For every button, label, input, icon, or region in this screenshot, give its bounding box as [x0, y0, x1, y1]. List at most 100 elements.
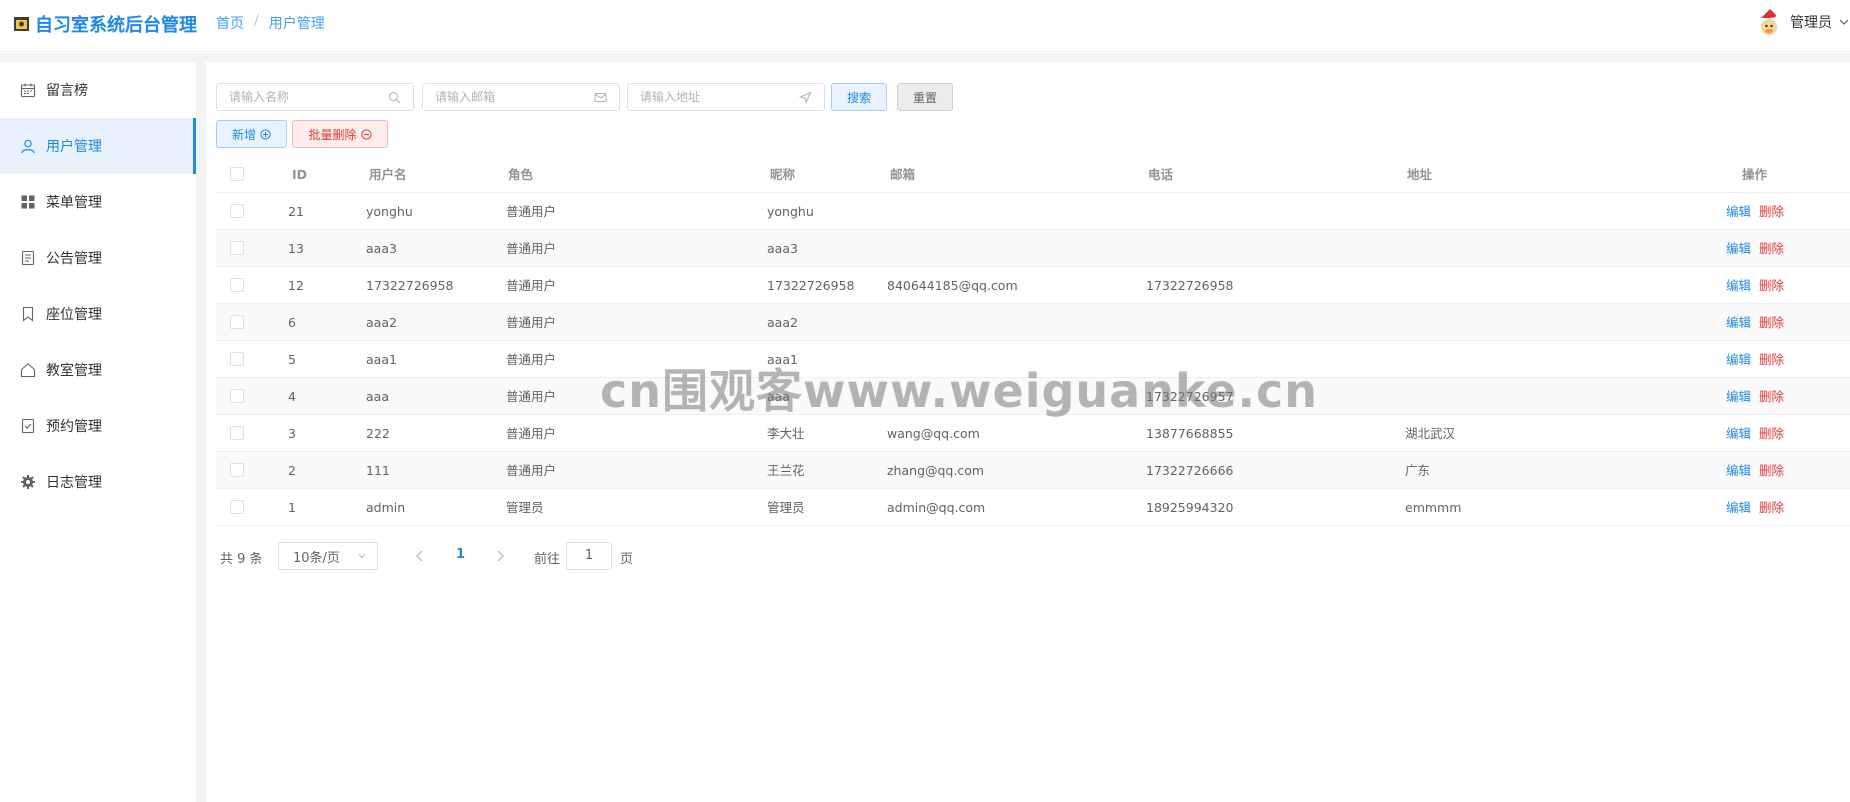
sidebar-item-seats[interactable]: 座位管理: [0, 286, 196, 342]
gear-icon: [21, 475, 35, 489]
cell-ops: 编辑 删除: [1726, 267, 1784, 304]
cell-id: 1: [288, 500, 296, 515]
breadcrumb: 首页 / 用户管理: [216, 13, 325, 33]
batch-delete-button[interactable]: 批量删除: [292, 120, 388, 148]
cell-role: 管理员: [506, 500, 544, 515]
user-menu[interactable]: 管理员: [1756, 7, 1850, 37]
delete-link[interactable]: 删除: [1759, 426, 1784, 441]
breadcrumb-home[interactable]: 首页: [216, 13, 244, 33]
search-button-label: 搜索: [846, 90, 871, 105]
sidebar-item-logs[interactable]: 日志管理: [0, 454, 196, 510]
sidebar: 留言榜 用户管理 菜单管理 公告管理 座位管理 教室管理 预约管理 日志管理: [0, 62, 196, 802]
document-icon: [21, 250, 35, 266]
table-row: 2 111 普通用户 王兰花 zhang@qq.com 17322726666 …: [216, 452, 1850, 489]
position-icon: [799, 90, 812, 104]
checklist-icon: [21, 418, 35, 434]
avatar: [1759, 9, 1781, 35]
search-address-input[interactable]: [640, 90, 799, 104]
search-address-field[interactable]: [627, 83, 825, 111]
edit-link[interactable]: 编辑: [1726, 426, 1751, 441]
cell-email: zhang@qq.com: [887, 463, 985, 478]
chevron-down-icon: [1839, 19, 1849, 25]
bookmark-icon: [22, 306, 34, 322]
delete-link[interactable]: 删除: [1759, 315, 1784, 330]
sidebar-item-label: 留言榜: [46, 83, 88, 99]
table-row: 21 yonghu 普通用户 yonghu 编辑 删除: [216, 193, 1850, 230]
row-checkbox[interactable]: [230, 500, 244, 514]
row-checkbox[interactable]: [230, 278, 244, 292]
delete-link[interactable]: 删除: [1759, 278, 1784, 293]
grid-icon: [21, 195, 35, 209]
sidebar-item-messages[interactable]: 留言榜: [0, 62, 196, 118]
delete-link[interactable]: 删除: [1759, 352, 1784, 367]
edit-link[interactable]: 编辑: [1726, 278, 1751, 293]
edit-link[interactable]: 编辑: [1726, 315, 1751, 330]
main-panel: 搜索 重置 新增 批量删除 ID 用户名 角色 昵称 邮箱 电话 地址 操作 2…: [206, 62, 1850, 802]
reset-button[interactable]: 重置: [897, 83, 953, 111]
cell-id: 4: [288, 389, 296, 404]
goto-suffix: 页: [620, 552, 634, 567]
sidebar-item-users[interactable]: 用户管理: [0, 118, 196, 174]
app-title: 自习室系统后台管理: [35, 15, 197, 36]
header-username: 用户名: [369, 167, 407, 182]
search-email-input[interactable]: [435, 90, 594, 104]
row-checkbox[interactable]: [230, 204, 244, 218]
sidebar-item-classrooms[interactable]: 教室管理: [0, 342, 196, 398]
user-name: 管理员: [1790, 15, 1832, 31]
sidebar-item-label: 用户管理: [46, 139, 102, 155]
search-name-input[interactable]: [229, 90, 388, 104]
edit-link[interactable]: 编辑: [1726, 352, 1751, 367]
cell-username: 222: [366, 426, 390, 441]
select-all-checkbox[interactable]: [230, 167, 244, 181]
cell-id: 12: [288, 278, 304, 293]
cell-username: yonghu: [366, 204, 413, 219]
table-row: 6 aaa2 普通用户 aaa2 编辑 删除: [216, 304, 1850, 341]
next-page-icon[interactable]: [494, 549, 506, 563]
search-icon: [388, 91, 401, 103]
row-checkbox[interactable]: [230, 315, 244, 329]
app-logo[interactable]: 自习室系统后台管理: [14, 11, 197, 37]
cell-role: 普通用户: [506, 352, 557, 367]
current-page-number[interactable]: 1: [456, 547, 465, 562]
row-checkbox[interactable]: [230, 352, 244, 366]
page-size-select[interactable]: 10条/页: [278, 542, 378, 570]
row-checkbox[interactable]: [230, 463, 244, 477]
cell-id: 6: [288, 315, 296, 330]
delete-link[interactable]: 删除: [1759, 500, 1784, 515]
top-header: 自习室系统后台管理 首页 / 用户管理 管理员: [0, 0, 1850, 52]
sidebar-item-reservations[interactable]: 预约管理: [0, 398, 196, 454]
chevron-down-icon: [358, 554, 366, 559]
prev-page-icon[interactable]: [414, 549, 426, 563]
edit-link[interactable]: 编辑: [1726, 204, 1751, 219]
circle-minus-icon: [360, 128, 372, 140]
cell-id: 5: [288, 352, 296, 367]
users-table: ID 用户名 角色 昵称 邮箱 电话 地址 操作 21 yonghu 普通用户 …: [216, 156, 1850, 526]
delete-link[interactable]: 删除: [1759, 389, 1784, 404]
delete-link[interactable]: 删除: [1759, 204, 1784, 219]
cell-role: 普通用户: [506, 241, 557, 256]
sidebar-item-label: 教室管理: [46, 363, 102, 379]
add-button[interactable]: 新增: [216, 120, 287, 148]
edit-link[interactable]: 编辑: [1726, 389, 1751, 404]
cell-phone: 17322726958: [1146, 278, 1234, 293]
goto-page-input[interactable]: 1: [566, 542, 612, 570]
sidebar-item-label: 菜单管理: [46, 195, 102, 211]
cell-ops: 编辑 删除: [1726, 230, 1784, 267]
sidebar-item-notices[interactable]: 公告管理: [0, 230, 196, 286]
page-size-value: 10条/页: [293, 550, 340, 566]
search-name-field[interactable]: [216, 83, 414, 111]
search-email-field[interactable]: [422, 83, 620, 111]
cell-username: aaa2: [366, 315, 397, 330]
row-checkbox[interactable]: [230, 241, 244, 255]
edit-link[interactable]: 编辑: [1726, 500, 1751, 515]
delete-link[interactable]: 删除: [1759, 241, 1784, 256]
row-checkbox[interactable]: [230, 389, 244, 403]
row-checkbox[interactable]: [230, 426, 244, 440]
search-button[interactable]: 搜索: [831, 83, 887, 111]
edit-link[interactable]: 编辑: [1726, 241, 1751, 256]
delete-link[interactable]: 删除: [1759, 463, 1784, 478]
cell-ops: 编辑 删除: [1726, 193, 1784, 230]
sidebar-item-menus[interactable]: 菜单管理: [0, 174, 196, 230]
table-row: 12 17322726958 普通用户 17322726958 84064418…: [216, 267, 1850, 304]
edit-link[interactable]: 编辑: [1726, 463, 1751, 478]
